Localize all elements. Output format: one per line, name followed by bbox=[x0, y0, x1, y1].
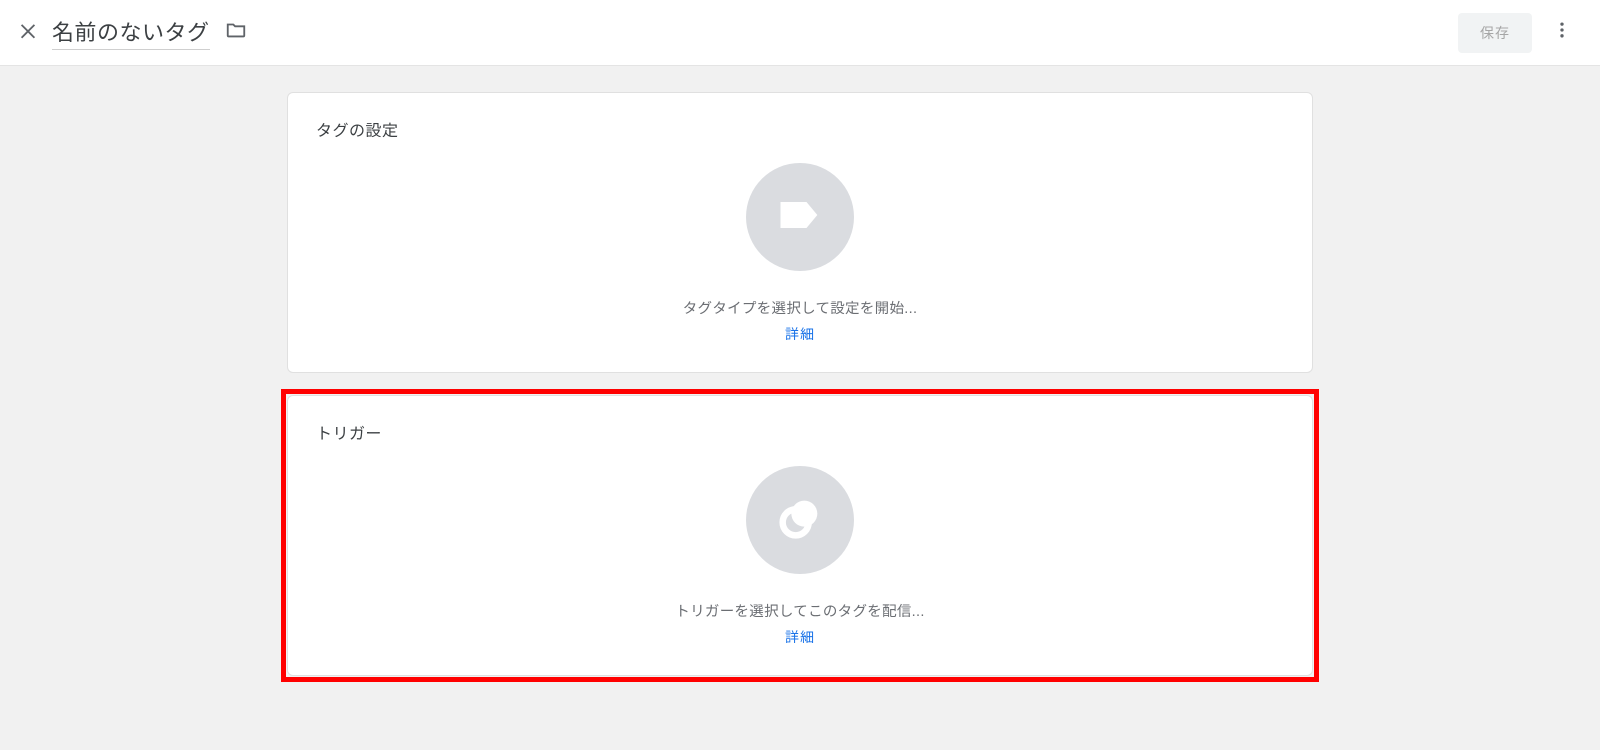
trigger-placeholder-icon bbox=[746, 466, 854, 574]
trigger-highlight: トリガー トリガーを選択してこのタグを配信... 詳細 bbox=[281, 389, 1319, 682]
close-button[interactable] bbox=[10, 15, 46, 51]
tag-config-prompt: タグタイプを選択して設定を開始... bbox=[683, 297, 918, 318]
save-button[interactable]: 保存 bbox=[1458, 13, 1532, 53]
folder-button[interactable] bbox=[224, 21, 248, 45]
tag-icon bbox=[774, 189, 826, 246]
more-vertical-icon bbox=[1552, 20, 1572, 45]
close-icon bbox=[17, 19, 39, 46]
trigger-icon bbox=[774, 492, 826, 549]
trigger-title: トリガー bbox=[316, 420, 1284, 444]
trigger-body[interactable]: トリガーを選択してこのタグを配信... 詳細 bbox=[316, 466, 1284, 647]
tag-config-body[interactable]: タグタイプを選択して設定を開始... 詳細 bbox=[316, 163, 1284, 344]
trigger-prompt: トリガーを選択してこのタグを配信... bbox=[675, 600, 924, 621]
trigger-card[interactable]: トリガー トリガーを選択してこのタグを配信... 詳細 bbox=[287, 395, 1313, 676]
folder-icon bbox=[225, 19, 247, 46]
header-bar: 名前のないタグ 保存 bbox=[0, 0, 1600, 66]
tag-config-card[interactable]: タグの設定 タグタイプを選択して設定を開始... 詳細 bbox=[287, 92, 1313, 373]
tag-config-detail-link[interactable]: 詳細 bbox=[785, 324, 815, 344]
tag-name-input[interactable]: 名前のないタグ bbox=[52, 15, 210, 50]
tag-placeholder-icon bbox=[746, 163, 854, 271]
tag-config-title: タグの設定 bbox=[316, 117, 1284, 141]
more-menu-button[interactable] bbox=[1542, 13, 1582, 53]
content-area: タグの設定 タグタイプを選択して設定を開始... 詳細 トリガー トリガーを選択… bbox=[0, 66, 1600, 682]
trigger-detail-link[interactable]: 詳細 bbox=[785, 627, 815, 647]
title-area: 名前のないタグ bbox=[52, 15, 248, 50]
